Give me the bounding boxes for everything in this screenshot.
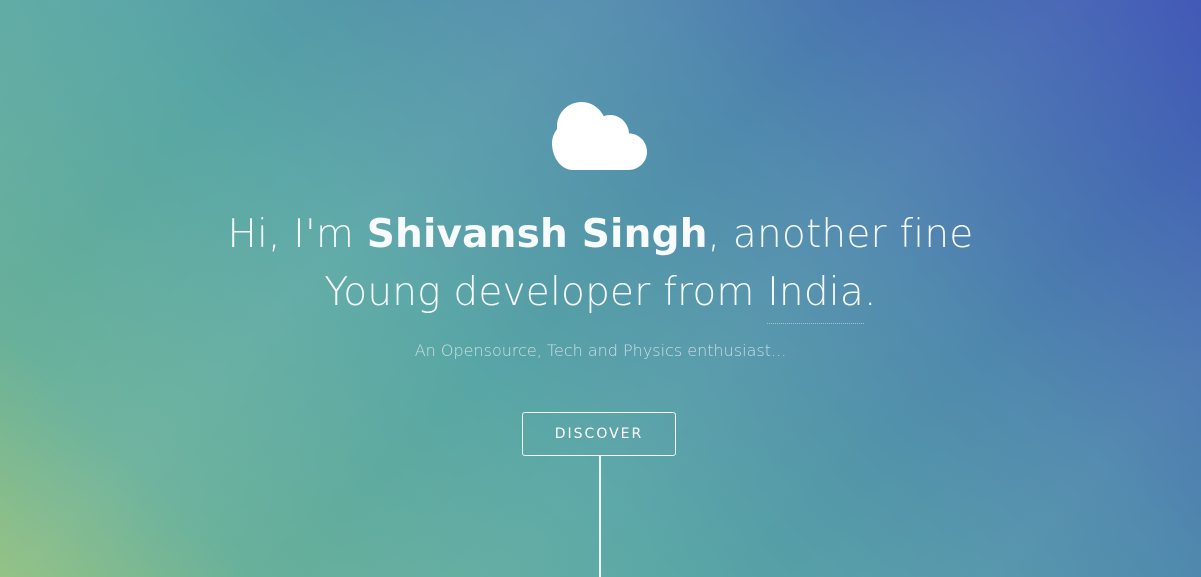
headline-line2-prefix: Young developer from (324, 270, 768, 315)
intro-headline: Hi, I'm Shivansh Singh, another fine You… (0, 206, 1201, 324)
discover-button[interactable]: DISCOVER (522, 412, 676, 456)
headline-prefix: Hi, I'm (227, 212, 367, 257)
hero-section: Hi, I'm Shivansh Singh, another fine You… (0, 0, 1201, 577)
headline-line2-suffix: . (863, 270, 877, 315)
cloud-icon (552, 102, 647, 170)
headline-suffix: , another fine (707, 212, 974, 257)
country-link[interactable]: India (767, 270, 864, 324)
developer-name: Shivansh Singh (366, 212, 708, 257)
discover-button-label: DISCOVER (554, 426, 644, 442)
scroll-connector-line (599, 456, 601, 577)
tagline: An Opensource, Tech and Physics enthusia… (414, 341, 787, 360)
